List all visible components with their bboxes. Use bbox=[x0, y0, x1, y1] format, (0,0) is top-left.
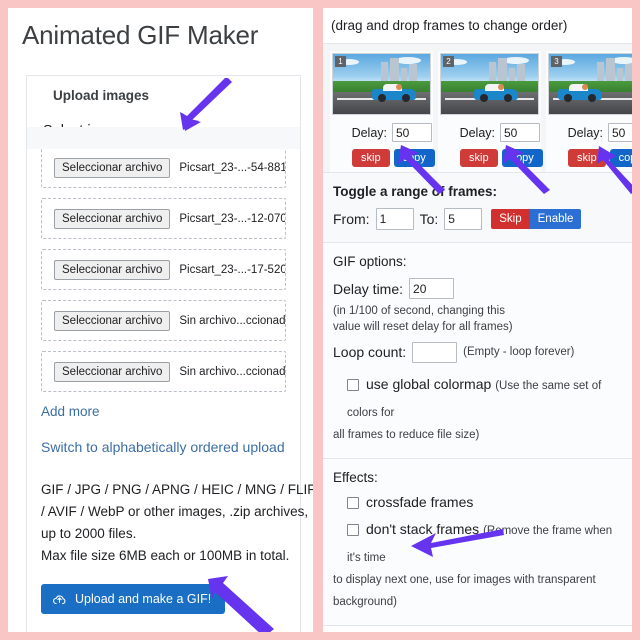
dont-stack-hint-cont2: background) bbox=[333, 595, 397, 608]
frame-item[interactable]: 1 Delay: 50 skip copy bbox=[330, 51, 435, 172]
range-to-input[interactable] bbox=[444, 208, 483, 230]
file-name-label: Picsart_23-...-12-070.jpg bbox=[179, 212, 286, 225]
card-header-strip bbox=[27, 127, 300, 149]
file-name-label: Picsart_23-...-17-520.jpg bbox=[179, 263, 286, 276]
frame-delay-row[interactable]: Delay: bbox=[438, 123, 541, 142]
frame-skip-button[interactable]: skip bbox=[460, 149, 498, 167]
file-input-row[interactable]: Seleccionar archivo Picsart_23-...-12-07… bbox=[41, 198, 286, 239]
blue-car bbox=[558, 83, 602, 102]
file-input-row[interactable]: Seleccionar archivo Picsart_23-...-54-88… bbox=[41, 147, 286, 188]
gif-options-section: GIF options: Delay time: (in 1/100 of se… bbox=[323, 243, 632, 460]
frame-copy-button[interactable]: copy bbox=[609, 149, 632, 167]
upload-images-heading: Upload images bbox=[53, 88, 150, 103]
file-name-label: Picsart_23-...-54-881.jpg bbox=[179, 161, 286, 174]
loop-count-label: Loop count: bbox=[333, 344, 407, 361]
frame-copy-button[interactable]: copy bbox=[501, 149, 543, 167]
file-name-label: Sin archivo...ccionados bbox=[179, 314, 286, 327]
frame-skip-button[interactable]: skip bbox=[352, 149, 390, 167]
frame-thumbnail[interactable]: 2 bbox=[440, 53, 539, 115]
upload-and-make-gif-button[interactable]: Upload and make a GIF! bbox=[41, 584, 226, 615]
file-name-label: Sin archivo...ccionados bbox=[179, 365, 286, 378]
crossfade-frames-checkbox[interactable] bbox=[347, 497, 359, 510]
frame-delay-row[interactable]: Delay: bbox=[330, 123, 433, 142]
blue-car bbox=[372, 83, 416, 102]
frame-thumbnail[interactable]: 1 bbox=[332, 53, 431, 115]
file-choose-button[interactable]: Seleccionar archivo bbox=[54, 259, 171, 280]
toggle-range-section: Toggle a range of frames: From: To: Skip… bbox=[323, 173, 632, 243]
frame-delay-label: Delay: bbox=[459, 125, 495, 140]
cloud-upload-icon bbox=[52, 592, 67, 607]
right-panel: (drag and drop frames to change order) 1 bbox=[323, 8, 632, 632]
add-more-link[interactable]: Add more bbox=[41, 404, 100, 419]
effects-section: Effects: crossfade frames don't stack fr… bbox=[323, 459, 632, 627]
frame-delay-input[interactable] bbox=[500, 123, 540, 142]
frame-thumbnail[interactable]: 3 bbox=[548, 53, 632, 115]
frame-delay-input[interactable] bbox=[608, 123, 632, 142]
frames-strip[interactable]: 1 Delay: 50 skip copy 2 Delay: 50 skip c… bbox=[323, 43, 632, 173]
formats-line-4: Max file size 6MB each or 100MB in total… bbox=[41, 547, 290, 563]
frame-number-badge: 1 bbox=[335, 56, 346, 67]
frame-delay-input[interactable] bbox=[392, 123, 432, 142]
drag-drop-hint: (drag and drop frames to change order) bbox=[331, 18, 568, 33]
delay-time-hint: (in 1/100 of second, changing this bbox=[333, 305, 505, 317]
range-enable-button[interactable]: Enable bbox=[529, 209, 582, 229]
left-panel: Animated GIF Maker Upload images Select … bbox=[8, 8, 313, 632]
file-choose-button[interactable]: Seleccionar archivo bbox=[54, 157, 171, 178]
file-choose-button[interactable]: Seleccionar archivo bbox=[54, 361, 171, 382]
loop-count-hint: (Empty - loop forever) bbox=[463, 346, 575, 359]
gif-options-title: GIF options: bbox=[333, 254, 407, 269]
dont-stack-frames-label: don't stack frames bbox=[366, 520, 480, 537]
range-from-label: From: bbox=[333, 211, 370, 227]
range-from-input[interactable] bbox=[375, 208, 414, 230]
file-choose-button[interactable]: Seleccionar archivo bbox=[54, 208, 171, 229]
range-skip-button[interactable]: Skip bbox=[491, 209, 530, 229]
global-colormap-label: use global colormap bbox=[366, 375, 492, 392]
file-input-row[interactable]: Seleccionar archivo Sin archivo...cciona… bbox=[41, 351, 286, 392]
toggle-range-title: Toggle a range of frames: bbox=[333, 184, 498, 199]
frame-item[interactable]: 2 Delay: 50 skip copy bbox=[438, 51, 543, 172]
file-input-row[interactable]: Seleccionar archivo Picsart_23-...-17-52… bbox=[41, 249, 286, 290]
global-colormap-hint-cont: all frames to reduce file size) bbox=[333, 428, 480, 441]
global-colormap-checkbox[interactable] bbox=[347, 378, 359, 391]
crossfade-frames-label: crossfade frames bbox=[366, 494, 474, 511]
delay-time-input[interactable] bbox=[409, 278, 455, 299]
upload-button-label: Upload and make a GIF! bbox=[75, 592, 212, 607]
app-window: Animated GIF Maker Upload images Select … bbox=[8, 8, 632, 632]
frame-delay-label: Delay: bbox=[351, 125, 387, 140]
formats-line-3: up to 2000 files. bbox=[41, 525, 137, 541]
page-title: Animated GIF Maker bbox=[22, 20, 259, 50]
loop-count-input[interactable] bbox=[412, 341, 458, 363]
range-to-label: To: bbox=[419, 211, 439, 227]
upload-images-card: Upload images Select images: Seleccionar… bbox=[26, 75, 313, 632]
switch-alphabetical-link[interactable]: Switch to alphabetically ordered upload bbox=[41, 439, 285, 455]
dont-stack-hint-cont: to display next one, use for images with… bbox=[333, 573, 596, 586]
panel-divider bbox=[313, 8, 323, 632]
file-input-row[interactable]: Seleccionar archivo Sin archivo...cciona… bbox=[41, 300, 286, 341]
formats-line-2: / AVIF / WebP or other images, .zip arch… bbox=[41, 503, 309, 519]
effects-title: Effects: bbox=[333, 470, 378, 486]
delay-time-label: Delay time: bbox=[333, 280, 404, 297]
file-choose-button[interactable]: Seleccionar archivo bbox=[54, 310, 171, 331]
frame-number-badge: 2 bbox=[443, 56, 454, 67]
delay-time-hint-cont: value will reset delay for all frames) bbox=[333, 321, 513, 333]
supported-formats-text: GIF / JPG / PNG / APNG / HEIC / MNG / FL… bbox=[41, 479, 313, 566]
blue-car bbox=[474, 83, 518, 102]
frame-copy-button[interactable]: copy bbox=[393, 149, 435, 167]
formats-line-1: GIF / JPG / PNG / APNG / HEIC / MNG / FL… bbox=[41, 482, 313, 497]
frame-number-badge: 3 bbox=[551, 56, 562, 67]
frame-delay-row[interactable]: Delay: bbox=[546, 123, 632, 142]
frame-delay-label: Delay: bbox=[567, 125, 603, 140]
dont-stack-frames-checkbox[interactable] bbox=[347, 523, 359, 536]
frame-item[interactable]: 3 Delay: 50 skip co bbox=[546, 51, 632, 172]
frame-skip-button[interactable]: skip bbox=[568, 149, 606, 167]
